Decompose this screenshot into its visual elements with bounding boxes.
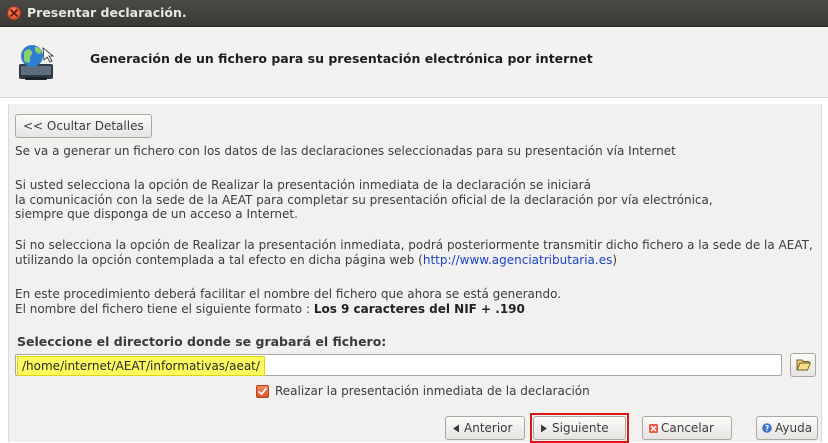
info-paragraph-3-line-2: utilizando la opción contemplada a tal e…: [15, 253, 617, 268]
arrow-right-icon: [541, 424, 547, 433]
directory-path-field[interactable]: /home/internet/AEAT/informativas/aeat/: [15, 354, 782, 376]
info-paragraph-3-line-1: Si no selecciona la opción de Realizar l…: [15, 238, 813, 252]
agencia-tributaria-link[interactable]: http://www.agenciatributaria.es: [423, 253, 613, 267]
directory-label: Seleccione el directorio donde se grabar…: [17, 334, 387, 349]
browse-directory-button[interactable]: [790, 353, 816, 377]
close-icon: [10, 9, 18, 17]
previous-button-label: Anterior: [464, 421, 513, 435]
window-title: Presentar declaración.: [27, 5, 187, 20]
cancel-x-icon: [649, 424, 658, 433]
title-bar: Presentar declaración.: [0, 0, 828, 27]
header-title: Generación de un fichero para su present…: [90, 51, 593, 66]
immediate-submission-label[interactable]: Realizar la presentación inmediata de la…: [275, 384, 590, 398]
next-button-label: Siguiente: [552, 421, 609, 435]
close-window-button[interactable]: [7, 6, 21, 20]
cancel-button[interactable]: Cancelar: [642, 416, 732, 440]
info-paragraph-4-line-2: El nombre del fichero tiene el siguiente…: [15, 302, 525, 317]
help-button-label: Ayuda: [775, 421, 813, 435]
globe-computer-icon: [19, 45, 55, 80]
directory-path-value: /home/internet/AEAT/informativas/aeat/: [17, 356, 265, 376]
dialog-header: Generación de un fichero para su present…: [0, 27, 828, 98]
open-folder-icon: [796, 359, 811, 371]
arrow-left-icon: [453, 424, 459, 433]
next-button[interactable]: Siguiente: [533, 416, 626, 440]
info-paragraph-4-line-1: En este procedimiento deberá facilitar e…: [15, 287, 562, 301]
hide-details-button[interactable]: << Ocultar Detalles: [15, 114, 152, 138]
help-icon: ?: [762, 423, 772, 433]
immediate-submission-checkbox[interactable]: [256, 385, 269, 398]
info-paragraph-2-line-2: la comunicación con la sede de la AEAT p…: [15, 192, 713, 207]
checkmark-icon: [258, 387, 267, 396]
svg-text:?: ?: [765, 424, 769, 433]
info-text: El nombre del fichero tiene el siguiente…: [15, 301, 314, 316]
info-text: utilizando la opción contemplada a tal e…: [15, 252, 423, 267]
info-paragraph-2-line-3: siempre que disponga de un acceso a Inte…: [15, 207, 298, 221]
info-paragraph-1: Se va a generar un fichero con los datos…: [15, 144, 676, 158]
info-text: ): [612, 252, 618, 267]
help-button[interactable]: ? Ayuda: [756, 416, 818, 440]
details-panel: << Ocultar Detalles Se va a generar un f…: [8, 104, 822, 443]
info-paragraph-2-line-1: Si usted selecciona la opción de Realiza…: [15, 178, 591, 192]
previous-button[interactable]: Anterior: [445, 416, 525, 440]
filename-format: Los 9 caracteres del NIF + .190: [313, 301, 525, 316]
cancel-button-label: Cancelar: [661, 421, 714, 435]
